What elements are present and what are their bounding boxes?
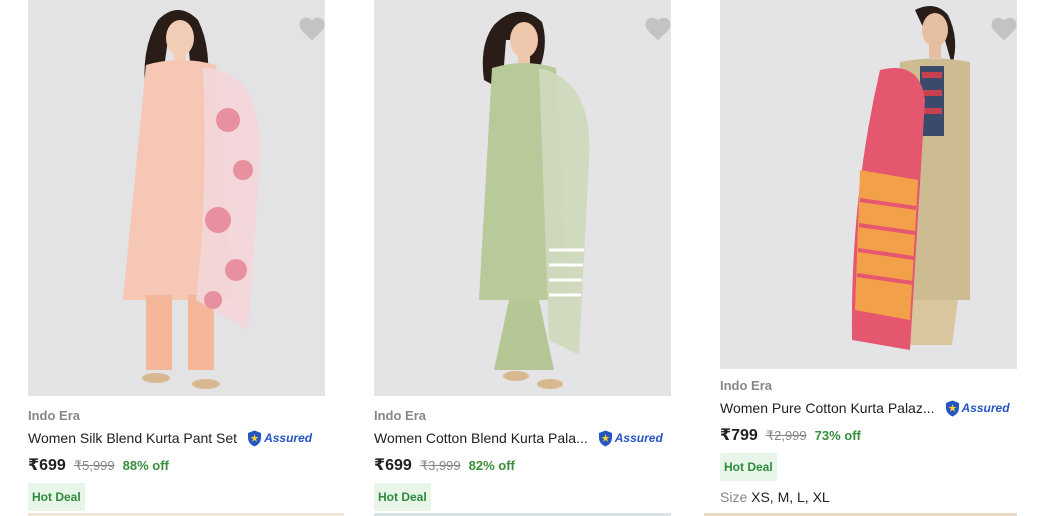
size-values: XS, M, L, XL: [751, 489, 830, 505]
product-discount: 82% off: [468, 458, 515, 473]
wishlist-heart-icon[interactable]: [297, 14, 325, 44]
model-illustration: [720, 0, 1017, 369]
product-card[interactable]: Indo Era Women Silk Blend Kurta Pant Set…: [28, 0, 325, 511]
product-mrp: ₹5,999: [73, 458, 115, 473]
product-title[interactable]: Women Pure Cotton Kurta Palaz...: [720, 398, 935, 418]
assured-badge: Assured: [945, 400, 1010, 417]
product-image[interactable]: [28, 0, 325, 396]
assured-badge: Assured: [247, 430, 312, 447]
product-image[interactable]: [374, 0, 671, 396]
assured-label: Assured: [614, 431, 663, 445]
shield-icon: [248, 430, 262, 446]
product-discount: 88% off: [122, 458, 169, 473]
product-title[interactable]: Women Cotton Blend Kurta Pala...: [374, 428, 588, 448]
product-mrp: ₹3,999: [419, 458, 461, 473]
wishlist-heart-icon[interactable]: [643, 14, 671, 44]
assured-label: Assured: [264, 431, 313, 445]
shield-icon: [598, 430, 612, 446]
hot-deal-badge: Hot Deal: [720, 453, 777, 481]
product-price: ₹799: [720, 427, 758, 444]
product-brand: Indo Era: [374, 408, 427, 423]
shield-icon: [945, 400, 959, 416]
product-brand: Indo Era: [28, 408, 81, 423]
product-price: ₹699: [28, 457, 66, 474]
product-price: ₹699: [374, 457, 412, 474]
product-mrp: ₹2,999: [765, 428, 807, 443]
model-illustration: [28, 0, 325, 396]
product-card[interactable]: Indo Era Women Cotton Blend Kurta Pala..…: [374, 0, 671, 511]
hot-deal-badge: Hot Deal: [374, 483, 431, 511]
assured-label: Assured: [961, 401, 1010, 415]
product-image[interactable]: [720, 0, 1017, 369]
product-discount: 73% off: [814, 428, 861, 443]
product-card[interactable]: Indo Era Women Pure Cotton Kurta Palaz..…: [720, 0, 1017, 505]
wishlist-heart-icon[interactable]: [989, 14, 1017, 44]
product-title[interactable]: Women Silk Blend Kurta Pant Set: [28, 428, 237, 448]
size-label: Size: [720, 489, 748, 505]
hot-deal-badge: Hot Deal: [28, 483, 85, 511]
product-brand: Indo Era: [720, 378, 773, 393]
size-info: Size XS, M, L, XL: [720, 489, 1017, 505]
model-illustration: [374, 0, 671, 396]
assured-badge: Assured: [598, 430, 663, 447]
